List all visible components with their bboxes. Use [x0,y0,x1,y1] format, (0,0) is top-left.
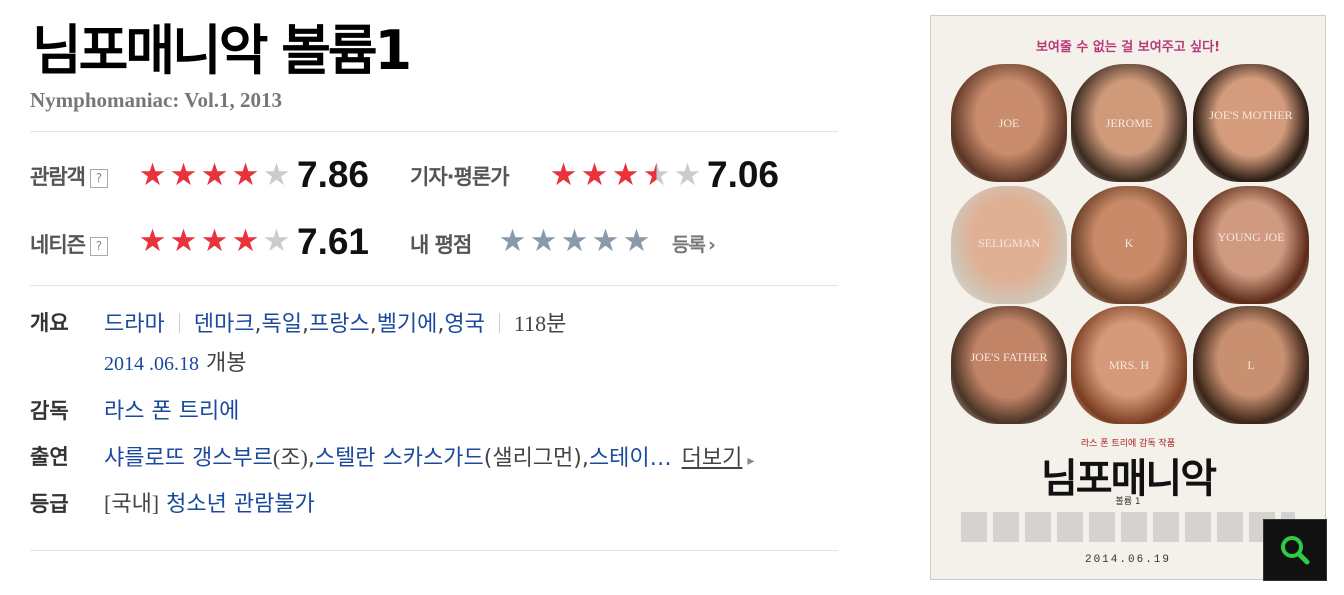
separator [498,313,500,333]
critics-stars: ★ ★ ★ ★ ★ [548,157,703,193]
director-row: 라스 폰 트리에 [104,393,239,425]
poster-face [1193,64,1309,182]
star-icon[interactable]: ★ [497,223,528,259]
star-icon: ★ [231,223,260,259]
netizen-rating-label: 네티즌? [30,229,108,259]
audience-stars: ★ ★ ★ ★ ★ [137,157,292,193]
poster-face [1193,186,1309,304]
country-link[interactable]: 벨기에 [377,312,438,337]
poster-tagline: 보여줄 수 없는 걸 보여주고 싶다! [1035,40,1221,55]
star-icon: ★ [200,223,229,259]
release-row: 2014 .06.18 개봉 [104,345,246,377]
movie-title: 님포매니악 볼륨1 [32,19,412,82]
overview-row: 드라마 덴마크,독일,프랑스,벨기에,영국 118분 [104,311,567,337]
poster-name: JOE'S FATHER [970,350,1048,364]
netizen-help-icon[interactable]: ? [89,237,108,256]
netizen-score: 7.61 [297,221,370,262]
poster-name: MRS. H [1108,358,1149,372]
my-rating-stars[interactable]: ★ ★ ★ ★ ★ [497,223,652,259]
director-link[interactable]: 라스 폰 트리에 [104,399,239,424]
poster-name: K [1124,236,1134,250]
star-icon[interactable]: ★ [590,223,621,259]
divider-top [30,131,838,132]
release-date-link[interactable]: 2014 .06.18 [104,353,199,375]
poster-name: YOUNG JOE [1217,230,1285,244]
star-icon: ★ [138,157,167,193]
poster-credits [961,512,1295,542]
actor-link[interactable]: 스테이… [589,446,672,471]
star-icon: ★ [262,157,291,193]
grade-row: [국내] 청소년 관람불가 [104,486,315,518]
release-suffix: 개봉 [206,351,247,376]
separator [178,313,180,333]
poster-name: JEROME [1105,116,1153,130]
poster-zoom-button[interactable] [1263,519,1327,581]
triangle-right-icon: ▸ [747,453,755,469]
critics-score: 7.06 [707,154,780,195]
more-cast-button[interactable]: 더보기 [682,446,743,471]
audience-rating-label: 관람객? [30,161,108,191]
poster-name: JOE'S MOTHER [1209,108,1293,122]
star-icon[interactable]: ★ [559,223,590,259]
star-icon: ★ [138,223,167,259]
actor-link[interactable]: 스텔란 스카스가드 [315,446,484,471]
star-icon: ★ [580,157,609,193]
grade-label: 등급 [30,492,69,516]
country-link[interactable]: 덴마크 [194,312,255,337]
star-icon[interactable]: ★ [621,223,652,259]
grade-link[interactable]: 청소년 관람불가 [166,492,315,517]
overview-label: 개요 [30,311,69,335]
runtime: 118분 [513,311,567,336]
actor-role: (샐리그먼) [483,446,582,471]
divider-middle [30,285,838,286]
critics-rating-label: 기자·평론가 [410,165,510,189]
cast-label: 출연 [30,445,69,469]
genre-link[interactable]: 드라마 [104,312,165,337]
country-link[interactable]: 독일 [261,312,301,337]
actor-role: (조) [272,445,308,470]
register-rating-link[interactable]: 등록 › [672,230,716,257]
country-link[interactable]: 영국 [444,312,484,337]
star-icon: ★ [611,157,640,193]
star-icon: ★ [262,223,291,259]
poster-name: L [1247,358,1255,372]
poster-face [951,306,1067,424]
star-icon: ★ [169,157,198,193]
star-icon: ★ [673,157,702,193]
magnifier-icon [1281,536,1310,565]
poster-subtitle: 볼륨 1 [1115,497,1141,507]
country-link[interactable]: 프랑스 [309,312,370,337]
divider-bottom [30,550,838,551]
my-rating-label: 내 평점 [410,233,472,257]
chevron-right-icon: › [707,234,716,256]
star-icon: ★ [169,223,198,259]
poster-name: SELIGMAN [978,236,1040,250]
poster-name: JOE [998,116,1020,130]
star-icon: ★ [642,157,671,193]
star-icon[interactable]: ★ [528,223,559,259]
audience-help-icon[interactable]: ? [89,169,108,188]
movie-poster[interactable]: 보여줄 수 없는 걸 보여주고 싶다! JOE JEROME JOE'S MOT… [930,15,1326,580]
audience-score: 7.86 [297,154,370,195]
star-icon: ★ [231,157,260,193]
star-icon: ★ [200,157,229,193]
netizen-stars: ★ ★ ★ ★ ★ [137,223,292,259]
movie-original-title: Nymphomaniac: Vol.1, 2013 [30,88,283,112]
grade-region: [국내] [104,491,160,516]
actor-link[interactable]: 샤를로뜨 갱스부르 [104,446,273,471]
star-icon: ★ [549,157,578,193]
director-label: 감독 [30,399,69,423]
cast-row: 샤를로뜨 갱스부르(조),스텔란 스카스가드(샐리그먼),스테이… 더보기 ▸ [104,445,755,471]
